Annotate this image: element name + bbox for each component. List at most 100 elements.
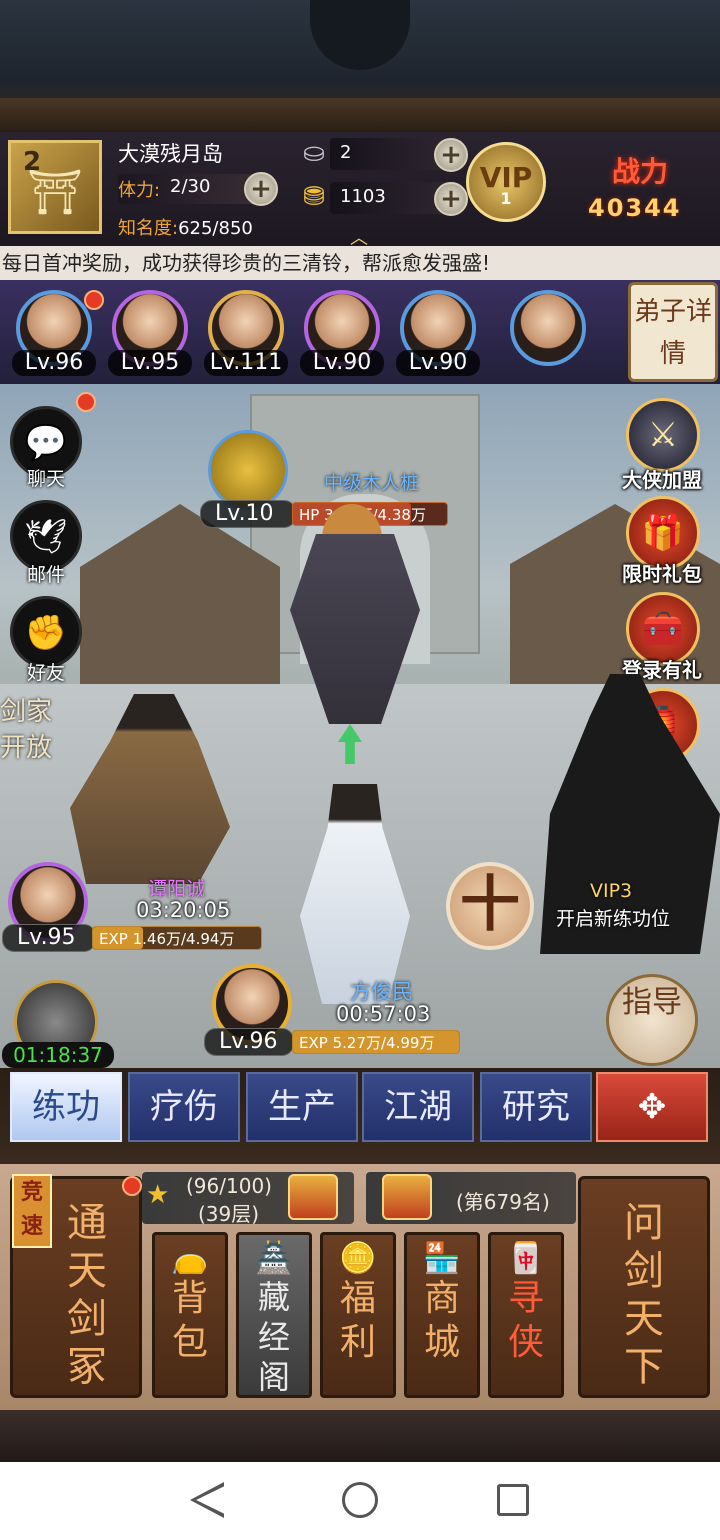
trainee-left-timer: 03:20:05	[136, 898, 231, 922]
location-name: 大漠残月岛	[118, 142, 223, 166]
library-button[interactable]: 🏯 藏经阁	[236, 1232, 312, 1398]
back-icon[interactable]	[190, 1482, 224, 1518]
star-icon: ★	[146, 1180, 170, 1210]
friends-label: 好友	[26, 662, 65, 684]
join-hero-label: 大侠加盟	[622, 468, 702, 492]
vip-requirement: VIP3	[590, 880, 633, 902]
disciple-card[interactable]	[504, 288, 592, 376]
gift-box-icon[interactable]	[288, 1174, 338, 1220]
disciple-detail-button[interactable]: 弟子详情	[628, 282, 718, 382]
fame-label: 知名度:	[118, 218, 179, 239]
combat-power-label: 战力	[612, 155, 669, 188]
roof-ornament	[310, 0, 410, 70]
mail-label: 邮件	[26, 564, 65, 586]
pouch-icon: 👝	[171, 1241, 209, 1276]
gift-label: 限时礼包	[622, 562, 702, 586]
sword-challenge-button[interactable]: 问剑天下	[578, 1176, 710, 1398]
tower-progress: (96/100)	[186, 1174, 272, 1198]
roof-decoration	[0, 0, 720, 132]
function-tabs: 练功 疗伤 生产 江湖 研究 ✥	[0, 1068, 720, 1164]
disciple-avatar	[510, 290, 586, 366]
coin-icon: 🪙	[339, 1241, 377, 1276]
tab-healing[interactable]: 疗伤	[128, 1072, 240, 1142]
vip-badge[interactable]: VIP 1	[466, 142, 546, 222]
shop-icon: 🏪	[423, 1241, 461, 1276]
disciple-card[interactable]: Lv.95	[106, 288, 194, 376]
combat-power-value: 40344	[588, 194, 682, 222]
roof-beam	[0, 98, 720, 132]
disciple-level: Lv.96	[12, 350, 96, 376]
gift-box-icon[interactable]	[382, 1174, 432, 1220]
fame-row: 知名度:625/850	[118, 214, 253, 240]
tower-floor: (39层)	[198, 1202, 260, 1226]
target-level: Lv.10	[200, 500, 296, 528]
trainee-left-name: 谭阳诚	[148, 878, 206, 900]
guide-button[interactable]: 指导	[606, 974, 698, 1066]
vip-level: 1	[500, 189, 512, 208]
tab-production[interactable]: 生产	[246, 1072, 358, 1142]
add-silver-button[interactable]: +	[434, 138, 468, 172]
silver-ingot-icon: ⛀	[303, 138, 325, 168]
disciple-card[interactable]: Lv.90	[298, 288, 386, 376]
gold-bar: 1103	[330, 182, 450, 214]
home-icon[interactable]	[342, 1482, 378, 1518]
knot-icon: ✥	[637, 1087, 667, 1127]
gold-ingot-icon: ⛃	[303, 182, 325, 212]
target-name: 中级木人桩	[324, 472, 420, 494]
shop-button[interactable]: 🏪 商城	[404, 1232, 480, 1398]
exp-value: 1.46万/4.94万	[132, 930, 235, 948]
add-stamina-button[interactable]: +	[244, 172, 278, 206]
stamina-label: 体力:	[118, 180, 161, 201]
sect-rank-badge[interactable]: 2 ⛩	[8, 140, 102, 234]
trainee-main-exp-bar: EXP 5.27万/4.99万	[292, 1030, 460, 1054]
tower-label: 通天剑冢	[67, 1200, 107, 1390]
join-hero-icon[interactable]: ⚔	[626, 398, 700, 472]
sword-event-banner[interactable]: 剑家开放	[0, 694, 56, 804]
seek-hero-button[interactable]: 🀄 寻侠	[488, 1232, 564, 1398]
exp-label: EXP	[299, 1034, 328, 1052]
stamina-value: 2/30	[170, 176, 211, 197]
bag-button[interactable]: 👝 背包	[152, 1232, 228, 1398]
sword-challenge-label: 问剑天下	[624, 1200, 664, 1390]
disciple-level: Lv.90	[300, 350, 384, 376]
system-nav-bar	[0, 1462, 720, 1540]
disciple-level: Lv.111	[204, 350, 288, 376]
disciple-list: Lv.96 Lv.95 Lv.111 Lv.90 Lv.90 弟子详情	[0, 280, 720, 384]
add-training-slot-button[interactable]: 十	[446, 862, 534, 950]
welfare-button[interactable]: 🪙 福利	[320, 1232, 396, 1398]
wave-decoration	[0, 1410, 720, 1462]
exp-label: EXP	[99, 930, 128, 948]
race-badge: 竞速	[12, 1174, 52, 1248]
disciple-card[interactable]: Lv.90	[394, 288, 482, 376]
disciple-level: Lv.95	[108, 350, 192, 376]
news-ticker: 每日首冲奖励，成功获得珍贵的三清铃，帮派愈发强盛!	[0, 246, 720, 280]
tab-research[interactable]: 研究	[480, 1072, 592, 1142]
tab-training[interactable]: 练功	[10, 1072, 122, 1142]
recent-apps-icon[interactable]	[497, 1484, 529, 1516]
trainee-left-exp-text: EXP 1.46万/4.94万	[99, 928, 234, 949]
trainee-left-level: Lv.95	[2, 924, 96, 952]
notification-dot	[76, 392, 96, 412]
sect-rank-number: 2	[23, 147, 42, 177]
notification-dot	[84, 290, 104, 310]
silver-bar: 2	[330, 138, 450, 170]
add-gold-button[interactable]: +	[434, 182, 468, 216]
exp-value: 5.27万/4.99万	[332, 1034, 435, 1052]
notification-dot	[122, 1176, 142, 1196]
status-bar: 2 ⛩ 大漠残月岛 体力: 2/30 + 知名度:625/850 2 ⛀ + 1…	[0, 132, 720, 249]
pagoda-icon: 🏯	[255, 1241, 293, 1276]
arena-rank: (第679名)	[456, 1190, 550, 1214]
disciple-level: Lv.90	[396, 350, 480, 376]
seal-icon: 🀄	[507, 1241, 545, 1276]
bag-label: 背包	[171, 1278, 208, 1363]
toad-avatar	[208, 430, 288, 510]
tab-jianghu[interactable]: 江湖	[362, 1072, 474, 1142]
tab-more[interactable]: ✥	[596, 1072, 708, 1142]
library-label: 藏经阁	[257, 1278, 290, 1396]
training-scene: 💬 聊天 🕊 邮件 ✊ 好友 剑家开放 ⚔ 大侠加盟 🎁 限时礼包 🧰 登录有礼…	[0, 384, 720, 1068]
seek-hero-label: 寻侠	[507, 1278, 544, 1363]
disciple-card[interactable]: Lv.111	[202, 288, 290, 376]
unlock-slot-text: 开启新练功位	[556, 908, 671, 930]
trainee-main-timer: 00:57:03	[336, 1002, 431, 1026]
chat-label: 聊天	[26, 468, 65, 490]
